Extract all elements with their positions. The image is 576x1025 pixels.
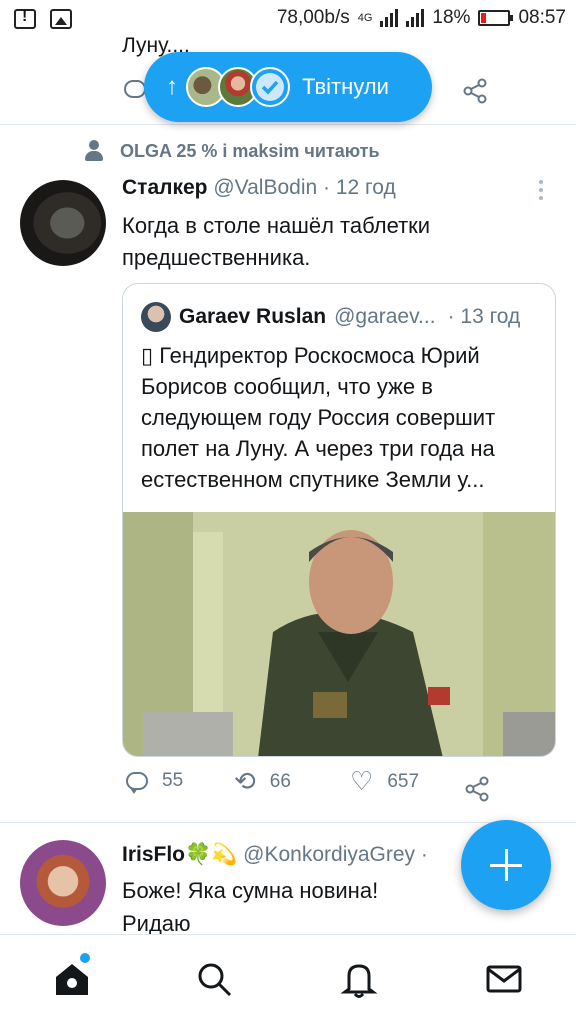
quoted-tweet-photo[interactable] (123, 512, 556, 757)
arrow-up-icon: ↑ (166, 73, 178, 100)
quoted-tweet-time: · 13 год (447, 305, 521, 328)
like-button[interactable]: ♡ 657 (350, 766, 419, 797)
mail-icon[interactable] (484, 959, 524, 999)
retweet-button[interactable]: ⟲ 66 (234, 766, 291, 797)
verified-icon (256, 73, 284, 101)
image-icon (50, 9, 72, 29)
retweet-count: 66 (269, 770, 291, 792)
quoted-tweet-card[interactable]: Garaev Ruslan @garaev... · 13 год ▯ Генд… (122, 283, 556, 757)
status-bar: 78,00b/s 4G 18% 08:57 (0, 0, 576, 38)
new-tweets-pill[interactable]: ↑ Твітнули (144, 52, 432, 122)
notification-dot (80, 953, 90, 963)
pill-label: Твітнули (302, 74, 389, 99)
bell-icon[interactable] (339, 959, 379, 999)
quoted-author-handle: @garaev... (334, 305, 436, 328)
social-context: OLGA 25 % і maksim читають (84, 140, 380, 162)
retweet-icon: ⟲ (234, 766, 256, 796)
tweet-header: Сталкер @ValBodin · 12 год (122, 176, 396, 200)
signal-icon-2 (406, 9, 425, 27)
quoted-author-name: Garaev Ruslan (179, 305, 327, 328)
tweet-time: · 12 год (323, 176, 396, 199)
author-avatar[interactable] (20, 180, 106, 266)
network-speed: 78,00b/s (276, 7, 350, 28)
share-icon[interactable] (462, 78, 488, 104)
tweet-header: IrisFlo🍀💫 @KonkordiyaGrey · (122, 843, 428, 867)
signal-icon (380, 9, 399, 27)
quoted-tweet-text: ▯ Гендиректор Роскосмоса Юрий Борисов со… (141, 343, 496, 492)
divider (0, 124, 576, 125)
person-icon (84, 140, 104, 162)
reply-count: 55 (162, 770, 184, 791)
quoted-author-avatar (141, 302, 171, 332)
home-icon[interactable] (52, 959, 92, 999)
social-context-text: OLGA 25 % і maksim читають (120, 140, 380, 161)
author-name[interactable]: IrisFlo🍀💫 (122, 843, 237, 866)
battery-icon (478, 10, 514, 26)
reply-icon[interactable] (124, 80, 146, 98)
share-icon[interactable] (464, 776, 490, 802)
pill-avatars (186, 67, 290, 107)
quoted-tweet-header: Garaev Ruslan @garaev... · 13 год (141, 302, 520, 332)
reply-icon (126, 772, 148, 794)
tweet-time: · (420, 843, 428, 866)
more-options-icon[interactable] (538, 180, 544, 202)
author-handle: @KonkordiyaGrey (243, 843, 416, 866)
search-icon[interactable] (194, 959, 234, 999)
alert-icon (14, 8, 36, 29)
heart-icon: ♡ (350, 766, 374, 796)
author-avatar[interactable] (20, 840, 106, 926)
author-handle: @ValBodin (213, 176, 318, 199)
compose-tweet-button[interactable] (461, 820, 551, 910)
bottom-nav (0, 934, 576, 1025)
author-name[interactable]: Сталкер (122, 176, 208, 199)
battery-percent: 18% (432, 7, 471, 28)
tweet-text: Боже! Яка сумна новина! Ридаю (122, 878, 379, 936)
like-count: 657 (387, 770, 420, 792)
reply-button[interactable]: 55 (126, 770, 184, 794)
network-type: 4G (357, 12, 373, 24)
tweet-text: Когда в столе нашёл таблетки предшествен… (122, 213, 431, 270)
tweet-actions: 55 ⟲ 66 ♡ 657 (122, 766, 562, 810)
verified-avatar (250, 67, 290, 107)
clock: 08:57 (518, 7, 566, 28)
